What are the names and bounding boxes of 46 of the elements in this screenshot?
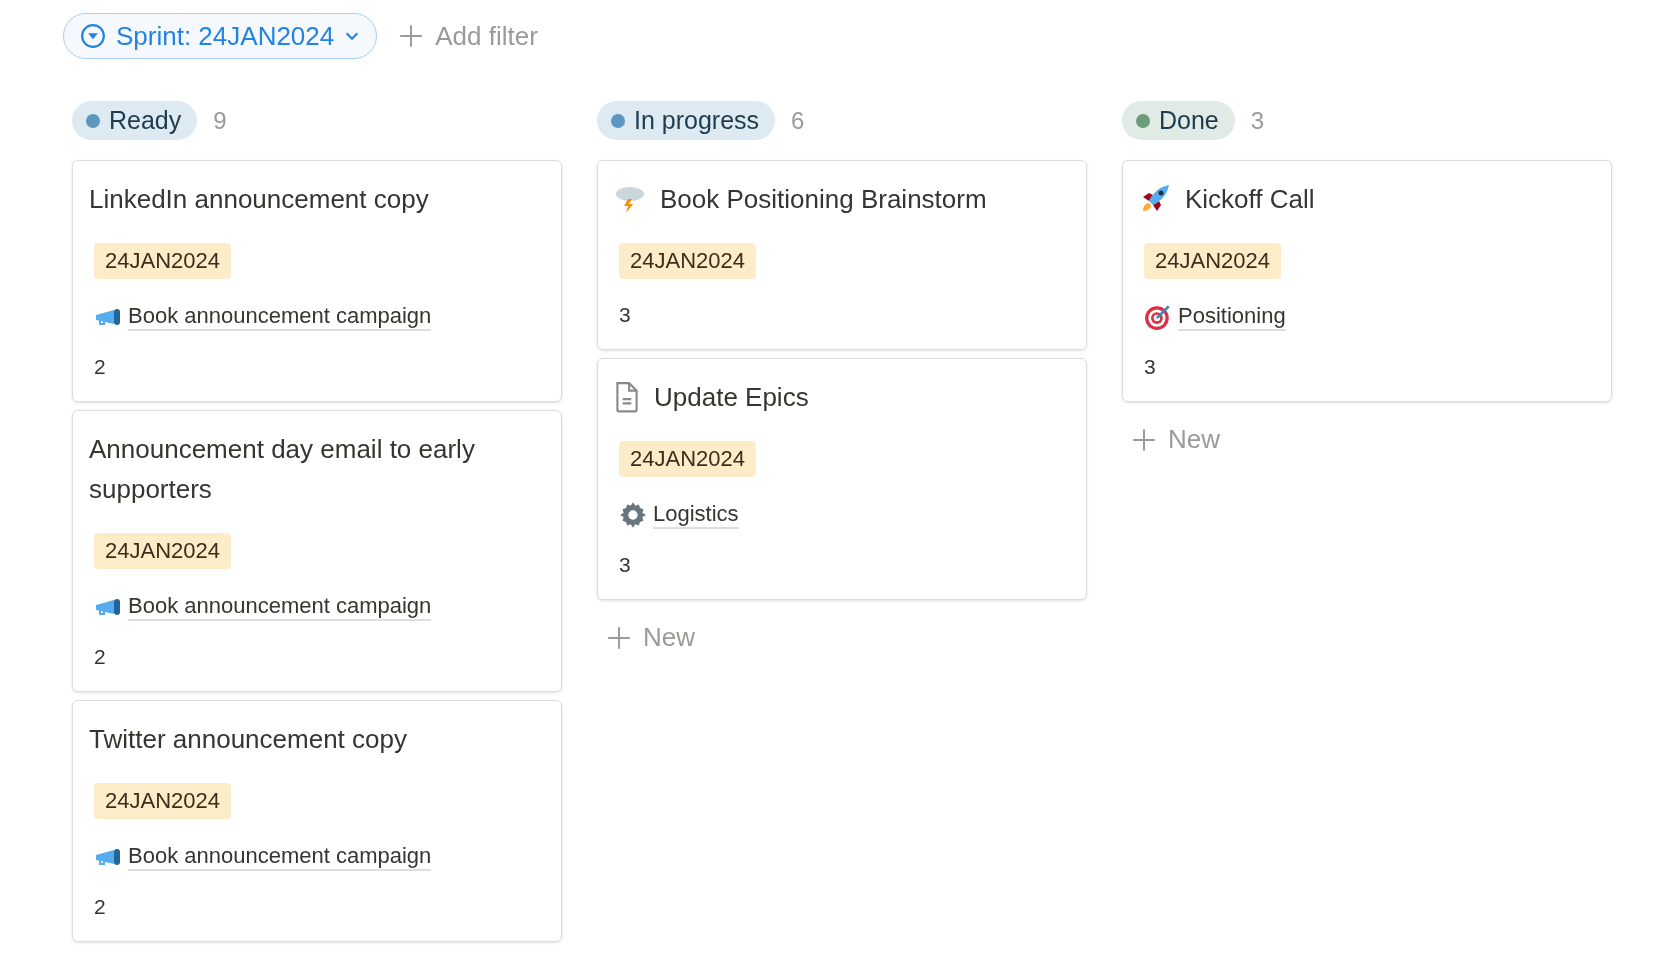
status-name: In progress xyxy=(634,106,760,135)
story-points: 2 xyxy=(94,895,106,919)
sprint-tag: 24JAN2024 xyxy=(94,783,231,819)
card-title: Book Positioning Brainstorm xyxy=(660,183,987,216)
sprint-tag: 24JAN2024 xyxy=(94,243,231,279)
card-title: Kickoff Call xyxy=(1185,183,1315,216)
story-points: 2 xyxy=(94,645,106,669)
story-points: 2 xyxy=(94,355,106,379)
target-icon xyxy=(1144,303,1172,331)
task-card[interactable]: Twitter announcement copy 24JAN2024 Book announcement campaign 2 xyxy=(72,700,562,942)
task-card[interactable]: Announcement day email to early supporters 24JAN2024 Book announcement campaign 2 xyxy=(72,410,562,692)
sprint-tag: 24JAN2024 xyxy=(619,441,756,477)
card-title: Twitter announcement copy xyxy=(89,723,407,756)
megaphone-icon xyxy=(94,847,122,867)
story-points: 3 xyxy=(1144,355,1156,379)
task-card[interactable]: LinkedIn announcement copy 24JAN2024 Book announcement campaign 2 xyxy=(72,160,562,402)
card-count: 6 xyxy=(791,106,805,135)
sprint-filter-button[interactable]: Sprint: 24JAN2024 xyxy=(63,13,378,59)
story-points: 3 xyxy=(619,303,631,327)
document-icon xyxy=(614,381,640,413)
task-card[interactable]: Update Epics 24JAN2024 Logistics 3 xyxy=(597,358,1087,600)
sprint-tag: 24JAN2024 xyxy=(1144,243,1281,279)
plus-icon xyxy=(1132,427,1156,452)
megaphone-icon xyxy=(94,597,122,617)
plus-icon xyxy=(607,625,631,650)
status-name: Done xyxy=(1159,106,1219,135)
relation-link[interactable]: Logistics xyxy=(653,501,739,529)
relation-link[interactable]: Book announcement campaign xyxy=(128,843,432,871)
card-title: Announcement day email to early supporters xyxy=(89,433,476,506)
plus-icon xyxy=(399,24,424,48)
card-count: 3 xyxy=(1250,106,1265,135)
status-name: Ready xyxy=(109,106,182,135)
gear-icon xyxy=(619,501,647,529)
card-count: 9 xyxy=(213,106,227,135)
sprint-tag: 24JAN2024 xyxy=(619,243,756,279)
megaphone-icon xyxy=(94,307,122,327)
relation-link[interactable]: Book announcement campaign xyxy=(128,593,432,621)
story-points: 3 xyxy=(619,553,631,577)
card-title: LinkedIn announcement copy xyxy=(89,183,429,216)
filter-icon xyxy=(80,23,106,49)
relation-link[interactable]: Book announcement campaign xyxy=(128,303,432,331)
task-card[interactable]: Kickoff Call 24JAN2024 Positioning 3 xyxy=(1122,160,1612,402)
task-card[interactable]: Book Positioning Brainstorm 24JAN2024 3 xyxy=(597,160,1087,350)
sprint-tag: 24JAN2024 xyxy=(94,533,231,569)
relation-link[interactable]: Positioning xyxy=(1178,303,1286,331)
card-title: Update Epics xyxy=(654,381,809,414)
